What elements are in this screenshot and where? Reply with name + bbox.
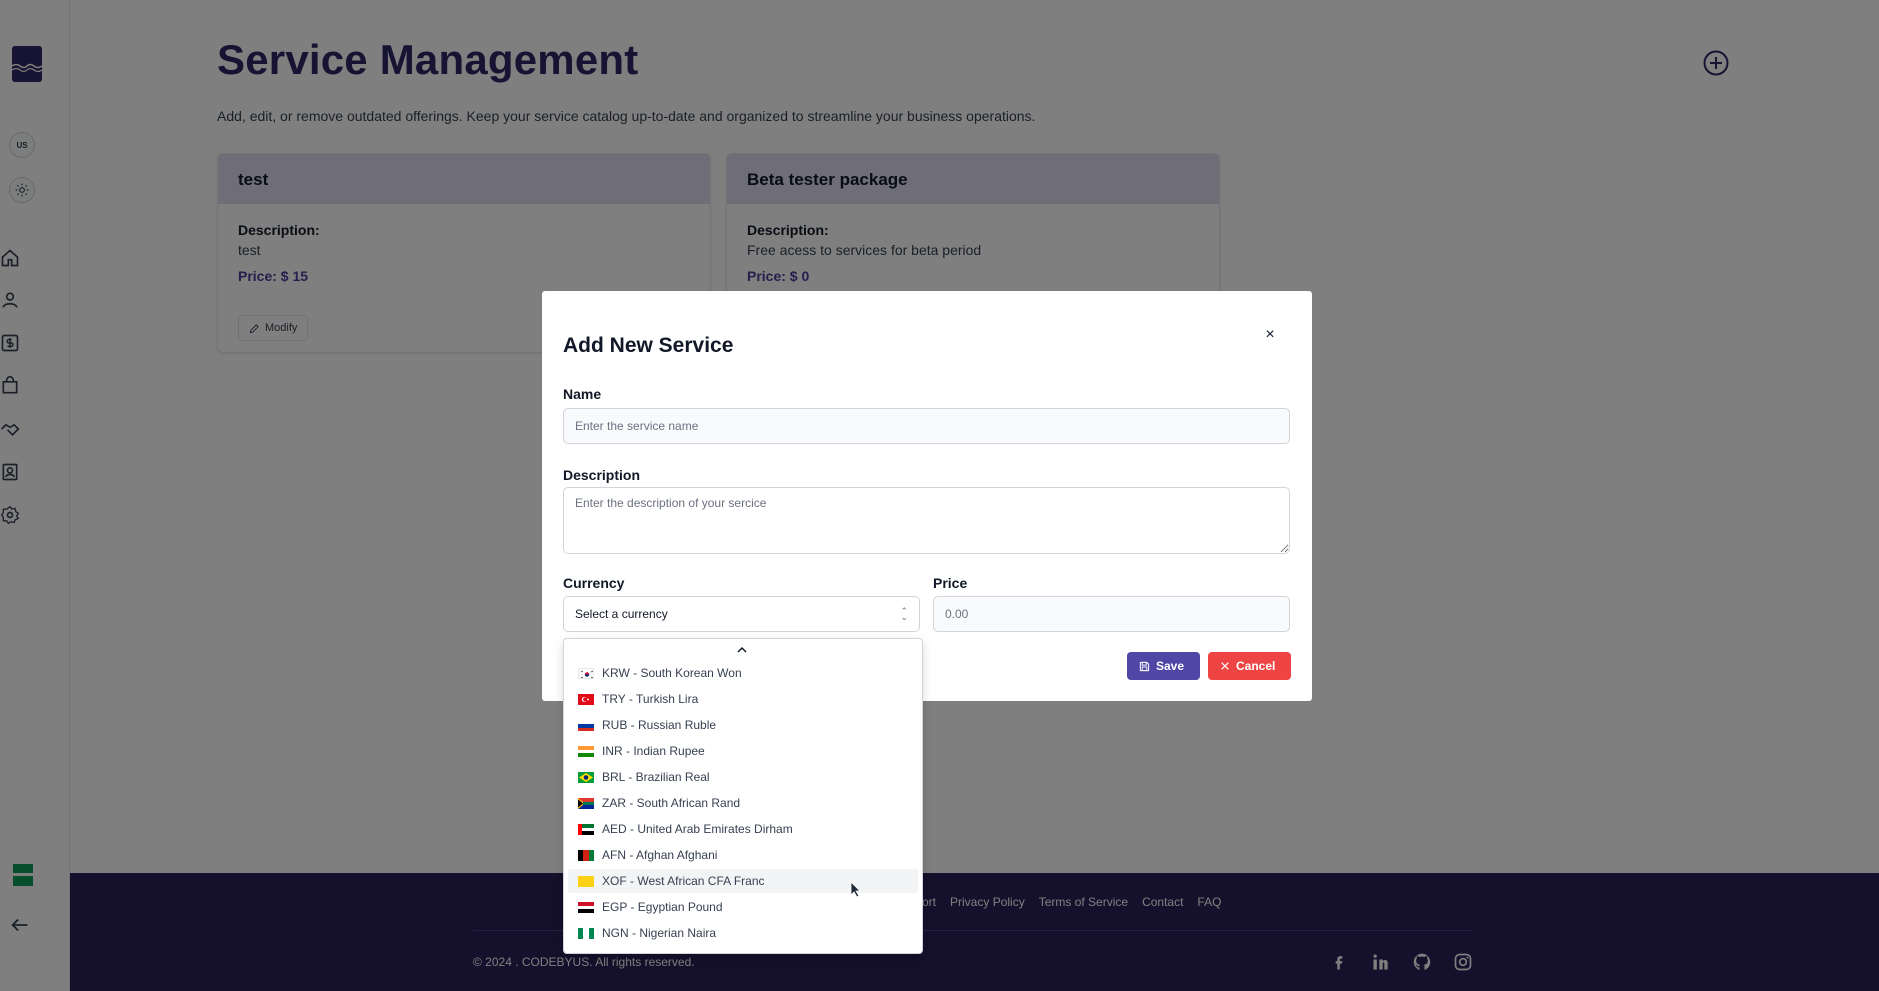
currency-option-afn[interactable]: AFN - Afghan Afghani (568, 843, 918, 867)
currency-option-label: NGN - Nigerian Naira (602, 926, 717, 940)
currency-option-zar[interactable]: ZAR - South African Rand (568, 791, 918, 815)
close-icon[interactable]: × (1262, 326, 1278, 343)
mouse-cursor-icon (848, 880, 862, 898)
currency-option-egp[interactable]: EGP - Egyptian Pound (568, 895, 918, 919)
save-button[interactable]: Save (1127, 652, 1200, 680)
currency-option-label: AED - United Arab Emirates Dirham (602, 822, 793, 836)
currency-option-label: AFN - Afghan Afghani (602, 848, 718, 862)
x-icon (1221, 662, 1229, 670)
currency-select-value: Select a currency (575, 607, 668, 621)
egypt-flag-icon (578, 901, 594, 913)
brazil-flag-icon (578, 771, 594, 783)
afghanistan-flag-icon (578, 849, 594, 861)
save-button-label: Save (1156, 659, 1185, 673)
floppy-disk-icon (1139, 661, 1150, 671)
currency-option-inr[interactable]: INR - Indian Rupee (568, 739, 918, 763)
name-label: Name (563, 386, 602, 402)
currency-select[interactable]: Select a currency ⌃ ⌄ (563, 596, 920, 632)
west-africa-flag-icon (578, 875, 594, 887)
currency-option-krw[interactable]: KRW - South Korean Won (568, 661, 918, 685)
currency-option-label: EGP - Egyptian Pound (602, 900, 723, 914)
currency-label: Currency (563, 575, 625, 591)
currency-option-label: XOF - West African CFA Franc (602, 874, 765, 888)
price-input[interactable] (933, 596, 1290, 632)
currency-option-try[interactable]: TRY - Turkish Lira (568, 687, 918, 711)
russia-flag-icon (578, 719, 594, 731)
currency-option-xof[interactable]: XOF - West African CFA Franc (568, 869, 918, 893)
service-name-input[interactable] (563, 408, 1290, 444)
cancel-button-label: Cancel (1236, 659, 1276, 673)
currency-option-label: BRL - Brazilian Real (602, 770, 710, 784)
description-label: Description (563, 467, 641, 483)
currency-option-label: RUB - Russian Ruble (602, 718, 717, 732)
currency-dropdown: KRW - South Korean Won TRY - Turkish Lir… (563, 638, 923, 954)
scroll-up-chevron-icon[interactable] (735, 643, 749, 655)
south-korea-flag-icon (578, 667, 594, 679)
price-label: Price (933, 575, 968, 591)
currency-option-label: ZAR - South African Rand (602, 796, 741, 810)
currency-option-label: KRW - South Korean Won (602, 666, 742, 680)
uae-flag-icon (578, 823, 594, 835)
currency-option-label: TRY - Turkish Lira (602, 692, 699, 706)
currency-option-rub[interactable]: RUB - Russian Ruble (568, 713, 918, 737)
nigeria-flag-icon (578, 927, 594, 939)
currency-option-label: INR - Indian Rupee (602, 744, 705, 758)
currency-option-aed[interactable]: AED - United Arab Emirates Dirham (568, 817, 918, 841)
india-flag-icon (578, 745, 594, 757)
cancel-button[interactable]: Cancel (1208, 652, 1291, 680)
currency-option-ngn[interactable]: NGN - Nigerian Naira (568, 921, 918, 945)
turkey-flag-icon (578, 693, 594, 705)
modal-title: Add New Service (563, 334, 734, 357)
currency-option-brl[interactable]: BRL - Brazilian Real (568, 765, 918, 789)
select-caret-icon: ⌃ ⌄ (900, 606, 908, 622)
service-description-input[interactable] (563, 487, 1290, 554)
south-africa-flag-icon (578, 797, 594, 809)
